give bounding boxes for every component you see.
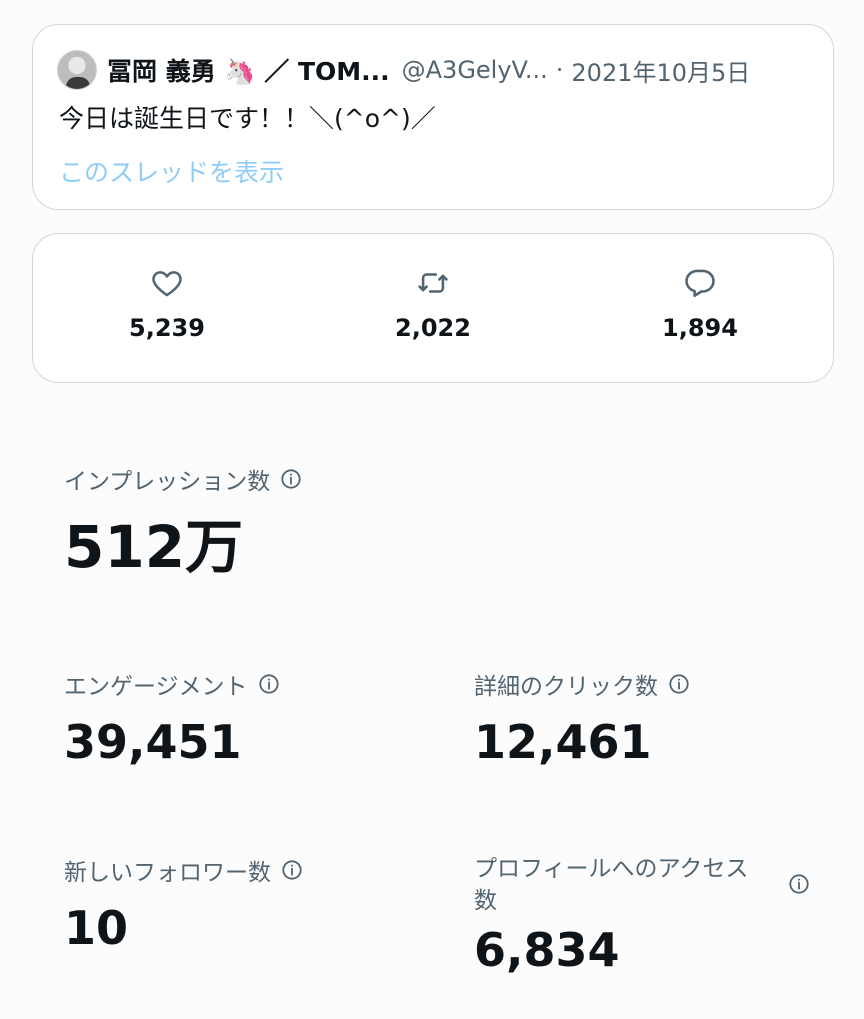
info-icon[interactable]: [668, 673, 690, 695]
detail-clicks-label: 詳細のクリック数: [474, 674, 658, 700]
profile-visits-metric: プロフィールへのアクセス数 6,834: [474, 853, 809, 977]
engagement-stats-card: 5,239 2,022 1,894: [32, 233, 834, 383]
profile-visits-value: 6,834: [474, 923, 620, 977]
profile-visits-label: プロフィールへのアクセス数: [474, 856, 749, 914]
retweets-count: 2,022: [395, 314, 471, 342]
impressions-value: 512万: [64, 513, 244, 581]
detail-clicks-metric: 詳細のクリック数 12,461: [474, 667, 690, 765]
tweet-header: 冨岡 義勇 🦄 ／ TOM... @A3GelyV... · 2021年10月5…: [57, 49, 809, 91]
impressions-metric: インプレッション数 512万: [64, 462, 302, 576]
tweet-text: 今日は誕生日です！！＼(^o^)／: [59, 104, 436, 133]
likes-count: 5,239: [129, 314, 205, 342]
show-thread-link[interactable]: このスレッドを表示: [59, 153, 284, 189]
info-icon[interactable]: [280, 468, 302, 490]
detail-clicks-value: 12,461: [474, 715, 652, 769]
engagement-label: エンゲージメント: [64, 674, 248, 700]
engagement-value: 39,451: [64, 715, 242, 769]
replies-count: 1,894: [662, 314, 738, 342]
quoted-tweet-card[interactable]: 冨岡 義勇 🦄 ／ TOM... @A3GelyV... · 2021年10月5…: [32, 24, 834, 210]
tweet-date[interactable]: 2021年10月5日: [571, 53, 750, 88]
engagement-metric: エンゲージメント 39,451: [64, 667, 280, 765]
info-icon[interactable]: [281, 859, 303, 881]
replies-stat[interactable]: 1,894: [610, 266, 790, 342]
author-handle: @A3GelyV...: [401, 56, 548, 84]
author-name[interactable]: 冨岡 義勇 🦄 ／ TOM...: [107, 52, 390, 88]
info-icon[interactable]: [258, 673, 280, 695]
info-icon[interactable]: [788, 873, 810, 895]
new-followers-value: 10: [64, 901, 129, 955]
impressions-label: インプレッション数: [64, 469, 271, 495]
retweets-stat[interactable]: 2,022: [343, 266, 523, 342]
avatar[interactable]: [57, 50, 97, 90]
retweet-icon: [343, 266, 523, 300]
likes-stat[interactable]: 5,239: [77, 266, 257, 342]
heart-icon: [77, 266, 257, 300]
reply-icon: [610, 266, 790, 300]
new-followers-metric: 新しいフォロワー数 10: [64, 853, 303, 951]
new-followers-label: 新しいフォロワー数: [64, 860, 271, 886]
dot-separator: ·: [555, 56, 564, 84]
